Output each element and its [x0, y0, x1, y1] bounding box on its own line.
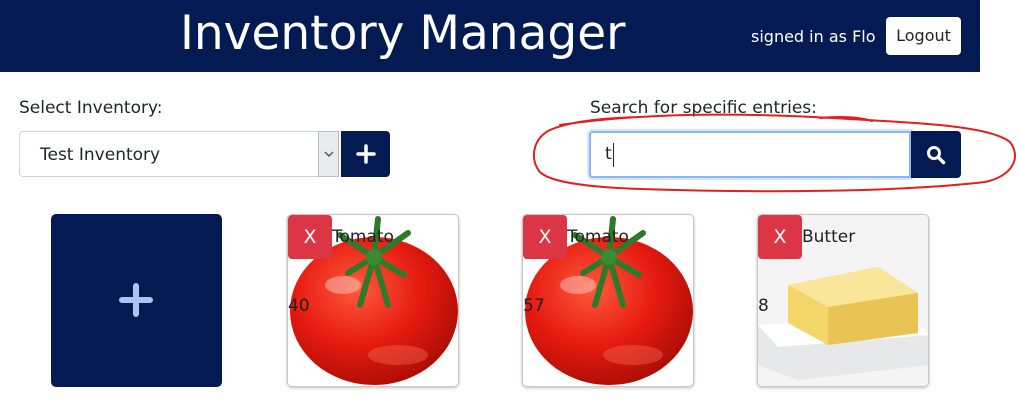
add-item-card[interactable] [51, 214, 222, 387]
item-name: Tomato [567, 227, 629, 247]
item-quantity: 8 [758, 296, 769, 316]
item-card-butter[interactable]: X Butter 8 [757, 214, 929, 387]
chevron-down-icon[interactable] [318, 131, 339, 177]
select-inventory-label: Select Inventory: [19, 98, 163, 118]
inventory-select-value: Test Inventory [40, 145, 161, 165]
item-card-tomato[interactable]: X Tomato 57 [522, 214, 694, 387]
plus-icon [356, 144, 376, 164]
delete-item-button[interactable]: X [288, 215, 332, 259]
delete-item-button[interactable]: X [758, 215, 802, 259]
search-button[interactable] [911, 131, 961, 178]
item-quantity: 57 [523, 296, 545, 316]
delete-item-button[interactable]: X [523, 215, 567, 259]
logout-button[interactable]: Logout [886, 17, 961, 55]
item-name: Tomato [332, 227, 394, 247]
app-header: Inventory Manager signed in as Flo Logou… [0, 0, 980, 72]
text-caret [613, 143, 614, 167]
item-card-tomato[interactable]: X Tomato 40 [287, 214, 459, 387]
plus-icon [119, 283, 153, 317]
signed-in-text: signed in as Flo [751, 27, 876, 46]
add-inventory-button[interactable] [341, 131, 390, 177]
app-title: Inventory Manager [180, 6, 626, 61]
item-name: Butter [802, 227, 856, 247]
inventory-select[interactable]: Test Inventory [19, 131, 339, 177]
search-icon [927, 146, 946, 165]
search-input[interactable]: t [589, 131, 911, 178]
search-input-value: t [605, 144, 612, 164]
item-quantity: 40 [288, 296, 310, 316]
search-label: Search for specific entries: [590, 98, 817, 118]
